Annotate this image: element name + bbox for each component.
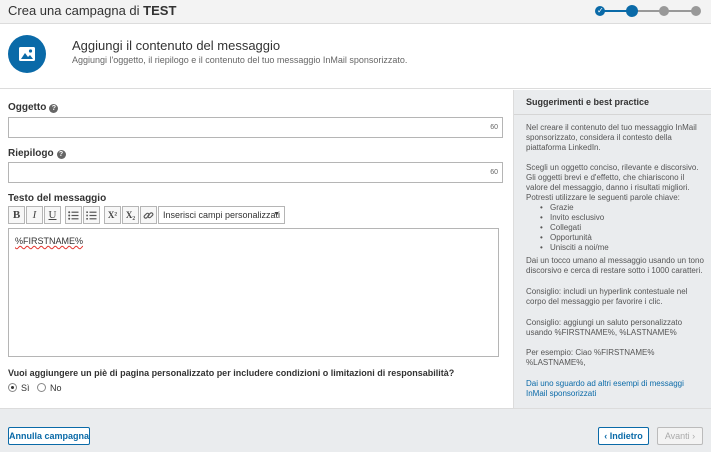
radio-yes[interactable] (8, 383, 17, 392)
campaign-name: TEST (143, 3, 177, 18)
tip-hyperlink: Consiglio: includi un hyperlink contestu… (526, 287, 688, 306)
step-3 (659, 6, 669, 16)
insert-fields-label: Inserisci campi personalizzati (163, 210, 281, 220)
message-body-editor[interactable]: %FIRSTNAME% (8, 228, 499, 357)
help-icon[interactable]: ? (56, 150, 66, 159)
radio-no-label[interactable]: No (50, 383, 62, 393)
link-button[interactable] (140, 206, 157, 224)
bullet-list-icon (68, 211, 79, 220)
back-button[interactable]: ‹ Indietro (598, 427, 649, 445)
bullet-list-button[interactable] (65, 206, 82, 224)
summary-input[interactable]: 60 (8, 162, 503, 183)
title-prefix: Crea una campagna di (8, 3, 140, 18)
radio-yes-label[interactable]: Sì (21, 383, 30, 393)
keyword-item: Grazie (540, 203, 704, 213)
subject-input[interactable]: 60 (8, 117, 503, 138)
cancel-campaign-button[interactable]: Annulla campagna (8, 427, 90, 445)
tip-context: Nel creare il contenuto del tuo messaggi… (526, 123, 697, 152)
message-body-text: %FIRSTNAME% (15, 236, 83, 246)
body-label: Testo del messaggio (8, 193, 107, 204)
progress-stepper: ✓ (595, 4, 701, 18)
keyword-item: Unisciti a noi/me (540, 243, 704, 253)
summary-char-counter: 60 (490, 169, 498, 176)
image-icon (8, 35, 46, 73)
subscript-button[interactable]: X₂ (122, 206, 139, 224)
radio-no[interactable] (37, 383, 46, 392)
summary-label: Riepilogo? (8, 148, 66, 159)
tips-sidebar: Suggerimenti e best practice Nel creare … (513, 90, 711, 408)
step-1-done: ✓ (595, 6, 605, 16)
section-subtitle: Aggiungi l'oggetto, il riepilogo e il co… (72, 55, 408, 65)
keyword-item: Invito esclusivo (540, 213, 704, 223)
footer-question: Vuoi aggiungere un piè di pagina persona… (8, 368, 455, 378)
insert-fields-dropdown[interactable]: Inserisci campi personalizzati ▼ (158, 206, 285, 224)
message-body-value: %FIRSTNAME% (15, 236, 84, 246)
step-2-current (626, 5, 638, 17)
tip-tone: Dai un tocco umano al messaggio usando u… (526, 256, 704, 275)
numbered-list-button[interactable] (83, 206, 100, 224)
underline-button[interactable]: U (44, 206, 61, 224)
section-title: Aggiungi il contenuto del messaggio (72, 38, 281, 53)
keyword-list: Grazie Invito esclusivo Collegati Opport… (540, 203, 704, 253)
numbered-list-icon (86, 211, 97, 220)
tip-subject-text: Scegli un oggetto conciso, rilevante e d… (526, 163, 699, 202)
subject-char-counter: 60 (490, 124, 498, 131)
tip-greeting: Consiglio: aggiungi un saluto personaliz… (526, 318, 683, 337)
step-4 (691, 6, 701, 16)
page-title: Crea una campagna di TEST (8, 3, 176, 18)
subject-label: Oggetto? (8, 102, 59, 113)
keyword-item: Opportunità (540, 233, 704, 243)
bold-button[interactable]: B (8, 206, 25, 224)
italic-button[interactable]: I (26, 206, 43, 224)
message-form: Oggetto? 60 Riepilogo? 60 Testo del mess… (0, 90, 512, 408)
subject-label-text: Oggetto (8, 102, 47, 113)
divider (514, 114, 711, 115)
page-header: Crea una campagna di TEST ✓ (0, 0, 711, 24)
tips-title: Suggerimenti e best practice (526, 97, 650, 107)
page-footer: Annulla campagna ‹ Indietro Avanti › (0, 408, 711, 452)
help-icon[interactable]: ? (49, 104, 59, 113)
checkmark-icon: ✓ (597, 6, 604, 15)
tip-subject: Scegli un oggetto conciso, rilevante e d… (526, 163, 704, 253)
examples-link[interactable]: Dai uno sguardo ad altri esempi di messa… (526, 379, 704, 399)
summary-label-text: Riepilogo (8, 148, 54, 159)
caret-down-icon: ▼ (273, 211, 280, 218)
keyword-item: Collegati (540, 223, 704, 233)
superscript-button[interactable]: X² (104, 206, 121, 224)
tip-example: Per esempio: Ciao %FIRSTNAME% %LASTNAME%… (526, 348, 655, 367)
link-icon (143, 212, 154, 219)
next-button[interactable]: Avanti › (657, 427, 703, 445)
section-intro: Aggiungi il contenuto del messaggio Aggi… (0, 25, 711, 89)
